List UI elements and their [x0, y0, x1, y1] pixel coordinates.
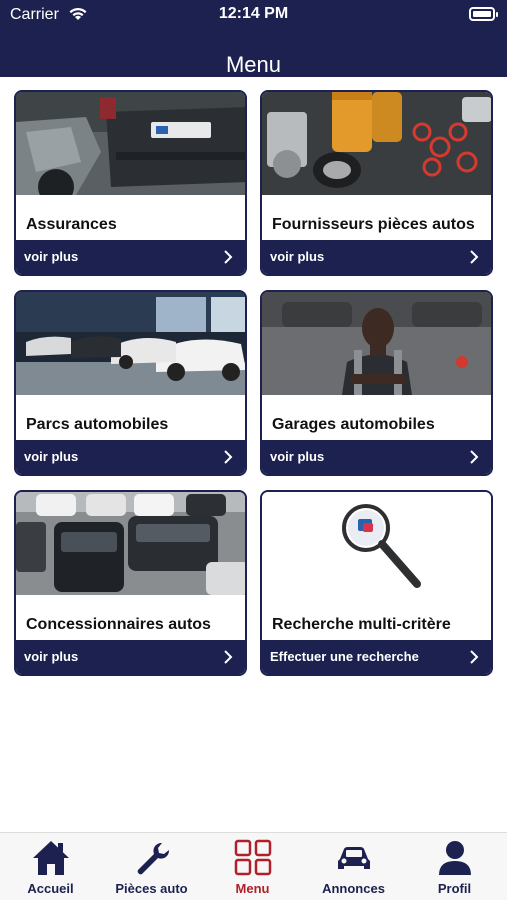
card-concessionnaires[interactable]: Concessionnaires autos voir plus — [14, 490, 247, 676]
voir-plus-button[interactable]: voir plus — [262, 240, 491, 274]
nav-bar: Menu — [0, 30, 507, 77]
card-action-label: voir plus — [24, 449, 79, 464]
card-assurances[interactable]: Assurances voir plus — [14, 90, 247, 276]
card-action-label: voir plus — [24, 249, 79, 264]
tab-profil[interactable]: Profil — [404, 833, 505, 900]
tab-label: Profil — [437, 881, 472, 896]
card-label: Assurances — [26, 216, 117, 233]
page-title: Menu — [225, 52, 282, 77]
card-label: Concessionnaires autos — [26, 616, 211, 633]
tab-accueil[interactable]: Accueil — [0, 833, 101, 900]
chevron-right-icon — [223, 650, 233, 669]
voir-plus-button[interactable]: voir plus — [16, 640, 245, 674]
damaged-car-image — [16, 92, 245, 195]
card-garages[interactable]: Garages automobiles voir plus — [260, 290, 493, 476]
voir-plus-button[interactable]: voir plus — [16, 240, 245, 274]
tab-bar: Accueil Pièces auto Menu Annonces Profil — [0, 832, 507, 900]
card-label: Garages automobiles — [272, 416, 435, 433]
tab-pieces-auto[interactable]: Pièces auto — [101, 833, 202, 900]
chevron-right-icon — [469, 250, 479, 269]
user-icon — [435, 839, 475, 882]
card-fournisseurs[interactable]: Fournisseurs pièces autos voir plus — [260, 90, 493, 276]
chevron-right-icon — [469, 450, 479, 469]
battery-icon — [469, 7, 498, 21]
grid-icon — [233, 839, 273, 882]
home-icon — [31, 839, 71, 882]
card-recherche[interactable]: Recherche multi-critère Effectuer une re… — [260, 490, 493, 676]
mechanic-image — [262, 292, 491, 395]
status-bar: Carrier 12:14 PM — [0, 0, 507, 30]
status-time: 12:14 PM — [218, 5, 289, 22]
card-parcs[interactable]: Parcs automobiles voir plus — [14, 290, 247, 476]
car-icon — [334, 839, 374, 882]
wrench-icon — [132, 839, 172, 882]
tab-label: Pièces auto — [115, 881, 188, 896]
chevron-right-icon — [469, 650, 479, 669]
magnifier-icon — [262, 492, 491, 595]
voir-plus-button[interactable]: voir plus — [262, 440, 491, 474]
tab-annonces[interactable]: Annonces — [303, 833, 404, 900]
auto-parts-image — [262, 92, 491, 195]
card-action-label: voir plus — [24, 649, 79, 664]
car-showroom-image — [16, 292, 245, 395]
tab-label: Accueil — [27, 881, 74, 896]
card-action-label: voir plus — [270, 449, 325, 464]
card-action-label: voir plus — [270, 249, 325, 264]
card-label: Parcs automobiles — [26, 416, 169, 433]
tab-label: Menu — [235, 881, 270, 896]
card-label: Fournisseurs pièces autos — [272, 216, 475, 233]
tab-menu[interactable]: Menu — [202, 833, 303, 900]
voir-plus-button[interactable]: voir plus — [16, 440, 245, 474]
tab-label: Annonces — [322, 881, 385, 896]
chevron-right-icon — [223, 450, 233, 469]
card-label: Recherche multi-critère — [272, 616, 451, 633]
card-action-label: Effectuer une recherche — [270, 649, 419, 664]
search-button[interactable]: Effectuer une recherche — [262, 640, 491, 674]
chevron-right-icon — [223, 250, 233, 269]
car-lot-image — [16, 492, 245, 595]
